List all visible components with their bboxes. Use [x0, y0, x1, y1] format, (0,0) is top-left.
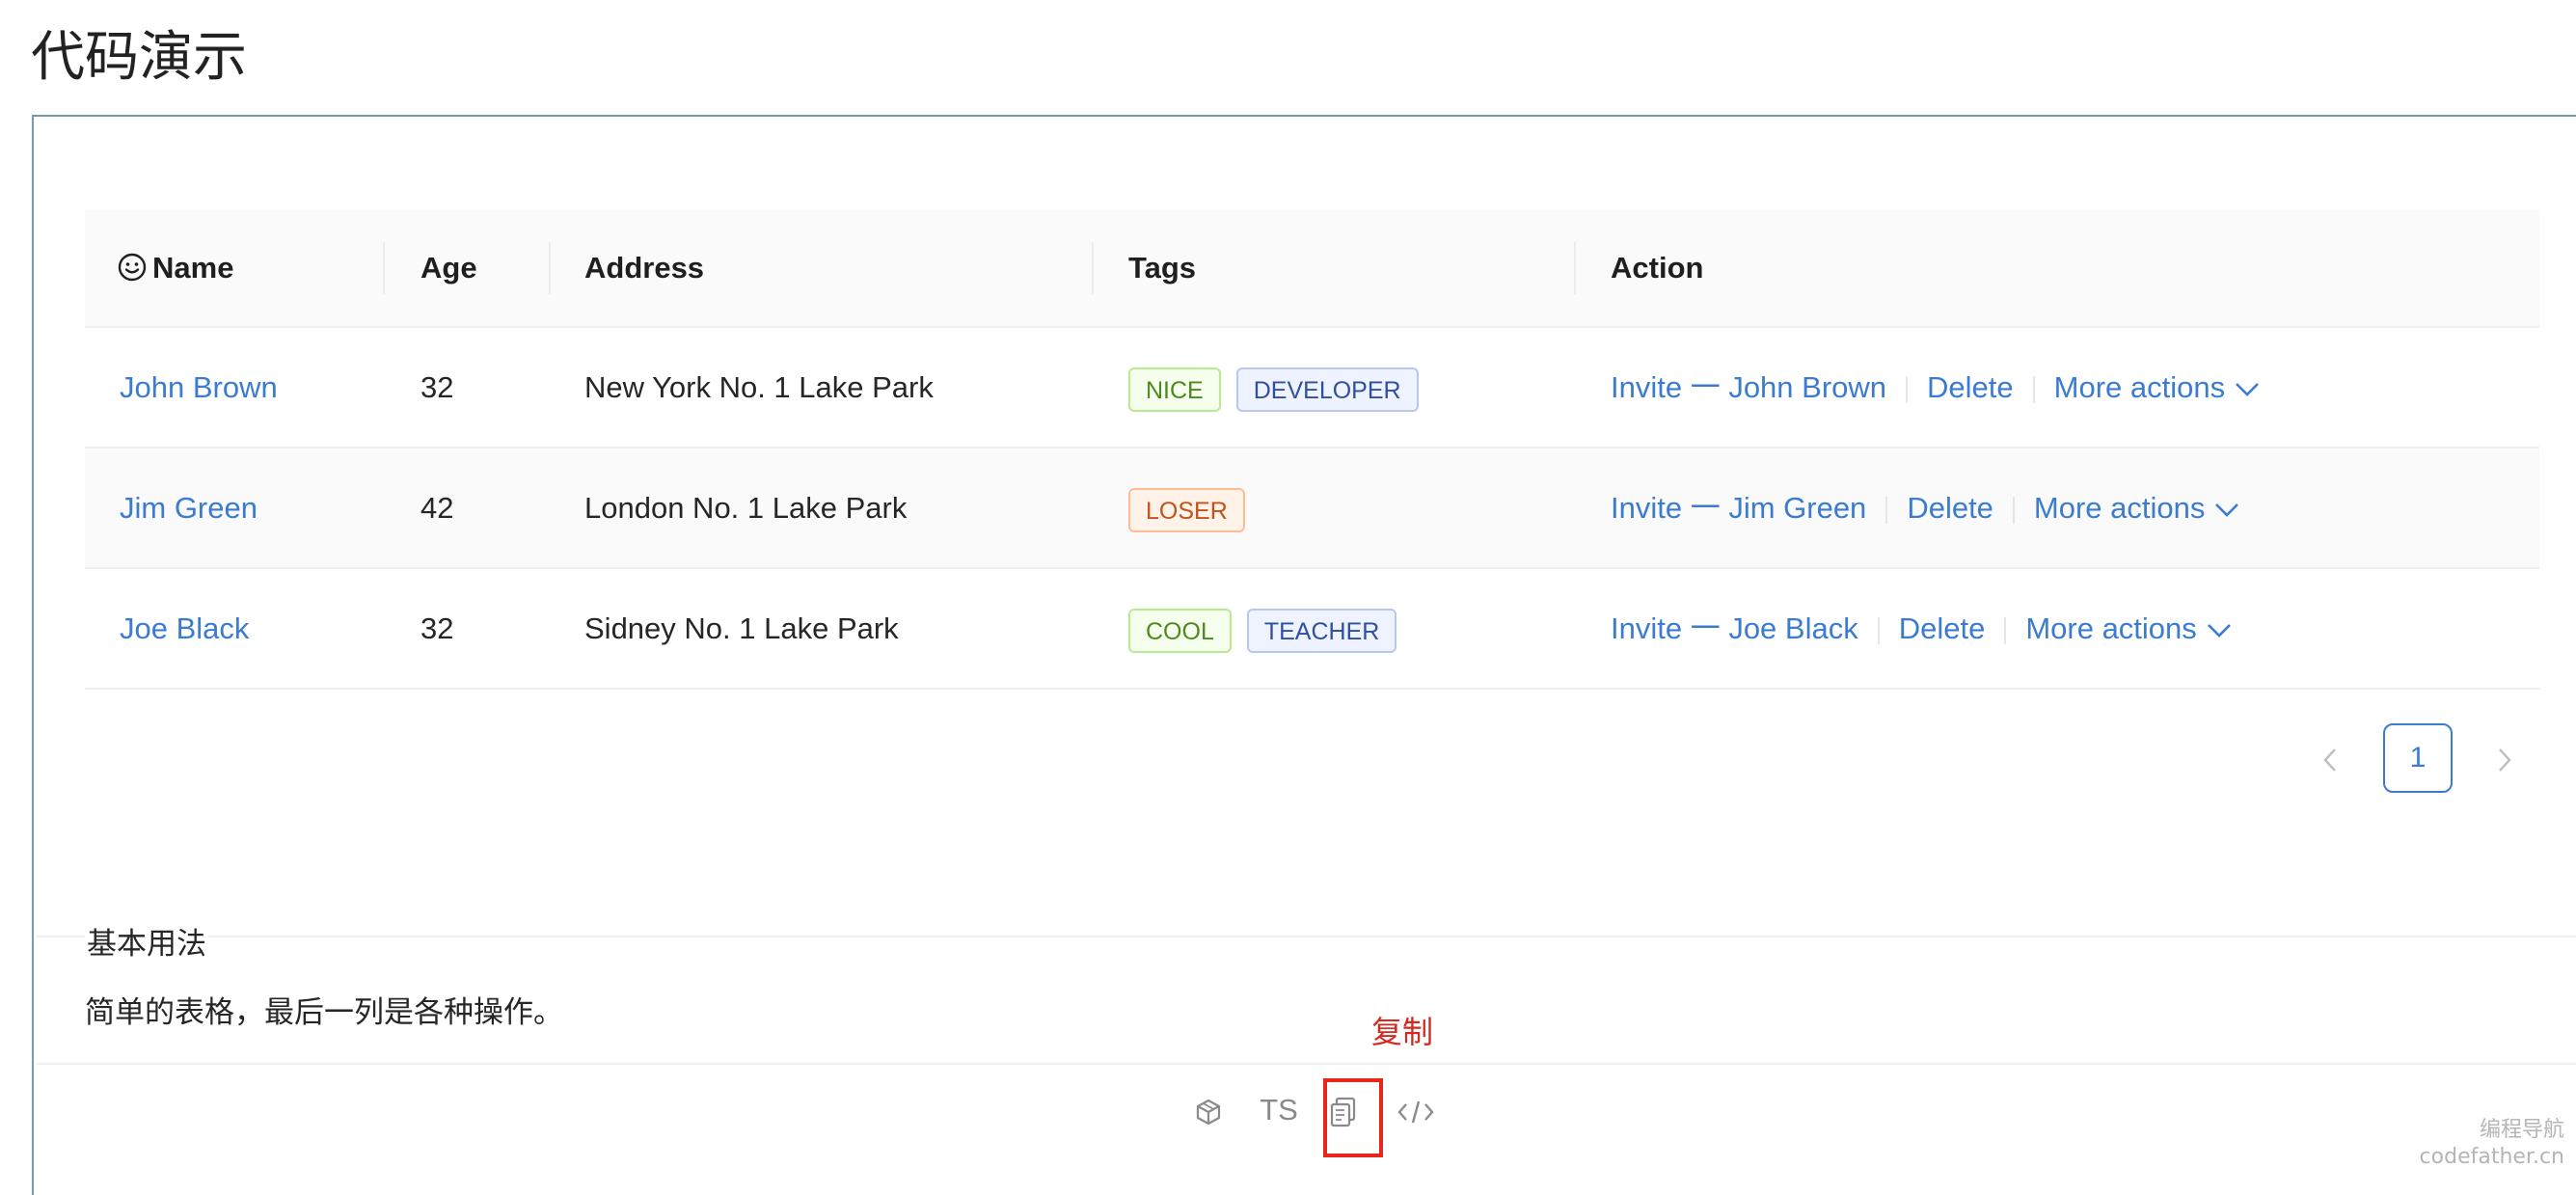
table-row: Joe Black 32 Sidney No. 1 Lake Park COOL…: [85, 569, 2539, 690]
page-1-button[interactable]: 1: [2383, 723, 2453, 793]
delete-link[interactable]: Delete: [1899, 611, 1986, 645]
column-header-action: Action: [1611, 251, 1704, 285]
column-header-name-label: Name: [152, 251, 234, 285]
copy-annotation-label: 复制: [1371, 1014, 1434, 1050]
tag: DEVELOPER: [1235, 367, 1419, 412]
codesandbox-icon: [1196, 1099, 1221, 1125]
column-header-address: Address: [584, 251, 705, 285]
address-cell: Sidney No. 1 Lake Park: [584, 611, 899, 645]
more-actions-dropdown[interactable]: More actions: [2025, 611, 2231, 645]
age-cell: 32: [420, 611, 454, 645]
address-cell: London No. 1 Lake Park: [584, 491, 908, 525]
watermark: 编程导航 codefather.cn: [2420, 1117, 2564, 1171]
delete-link[interactable]: Delete: [1927, 370, 2014, 404]
more-actions-label: More actions: [2025, 611, 2197, 645]
section-divider: [37, 936, 2576, 937]
column-divider: [1092, 242, 1094, 294]
column-divider: [549, 242, 551, 294]
watermark-line-2: codefather.cn: [2419, 1145, 2564, 1169]
section-title: 基本用法: [85, 919, 208, 963]
code-icon: [1397, 1100, 1434, 1124]
age-cell: 42: [420, 491, 454, 525]
column-header-tags: Tags: [1128, 251, 1197, 285]
data-table: Name Age Address Tags Action John Brown …: [85, 210, 2539, 690]
chevron-down-icon: [2215, 502, 2239, 517]
chevron-down-icon: [2207, 623, 2231, 638]
tag: TEACHER: [1246, 608, 1397, 653]
column-header-age: Age: [420, 251, 477, 285]
name-link[interactable]: Jim Green: [120, 448, 258, 567]
typescript-toggle[interactable]: TS: [1259, 1088, 1299, 1132]
watermark-line-1: 编程导航: [2479, 1118, 2564, 1142]
next-page-button[interactable]: [2470, 723, 2539, 793]
prev-page-button[interactable]: [2295, 723, 2365, 793]
more-actions-dropdown[interactable]: More actions: [2034, 491, 2239, 525]
table-header: Name Age Address Tags Action: [85, 210, 2539, 328]
codesandbox-button[interactable]: [1192, 1088, 1225, 1132]
action-cell: Invite 一 John Brown Delete More actions: [1611, 328, 2260, 447]
invite-link[interactable]: Invite 一 John Brown: [1611, 370, 1886, 404]
toolbar-divider: [37, 1063, 2576, 1065]
more-actions-label: More actions: [2053, 370, 2226, 404]
action-cell: Invite 一 Joe Black Delete More actions: [1611, 569, 2232, 688]
action-divider: [2032, 375, 2035, 403]
invite-link[interactable]: Invite 一 Jim Green: [1611, 491, 1866, 525]
tags-cell: COOL TEACHER: [1128, 569, 1412, 688]
action-cell: Invite 一 Jim Green Delete More actions: [1611, 448, 2239, 567]
tags-cell: NICE DEVELOPER: [1128, 328, 1434, 447]
tags-cell: LOSER: [1128, 448, 1261, 567]
invite-link[interactable]: Invite 一 Joe Black: [1611, 611, 1858, 645]
chevron-left-icon: [2323, 748, 2336, 772]
column-divider: [383, 242, 385, 294]
action-divider: [2012, 496, 2015, 524]
table-row: Jim Green 42 London No. 1 Lake Park LOSE…: [85, 448, 2539, 569]
section-description: 简单的表格，最后一列是各种操作。: [85, 995, 563, 1030]
chevron-right-icon: [2499, 748, 2511, 772]
copy-highlight-box: [1323, 1078, 1383, 1157]
name-link[interactable]: Joe Black: [120, 569, 249, 688]
tag: NICE: [1128, 367, 1221, 412]
table-row: John Brown 32 New York No. 1 Lake Park N…: [85, 328, 2539, 448]
action-divider: [2004, 616, 2007, 644]
age-cell: 32: [420, 370, 454, 404]
action-divider: [1906, 375, 1909, 403]
smile-icon: [118, 253, 147, 282]
chevron-down-icon: [2236, 382, 2260, 396]
tag: LOSER: [1128, 487, 1245, 532]
more-actions-dropdown[interactable]: More actions: [2054, 370, 2260, 404]
action-divider: [1885, 496, 1888, 524]
address-cell: New York No. 1 Lake Park: [584, 370, 934, 404]
column-header-name: Name: [118, 210, 233, 326]
tag: COOL: [1128, 608, 1232, 653]
column-divider: [1574, 242, 1576, 294]
page-title: 代码演示: [31, 26, 247, 89]
name-link[interactable]: John Brown: [120, 328, 278, 447]
more-actions-label: More actions: [2033, 491, 2206, 525]
delete-link[interactable]: Delete: [1907, 491, 1993, 525]
show-code-button[interactable]: [1396, 1088, 1435, 1132]
action-divider: [1877, 616, 1880, 644]
pagination: 1: [0, 723, 2576, 793]
